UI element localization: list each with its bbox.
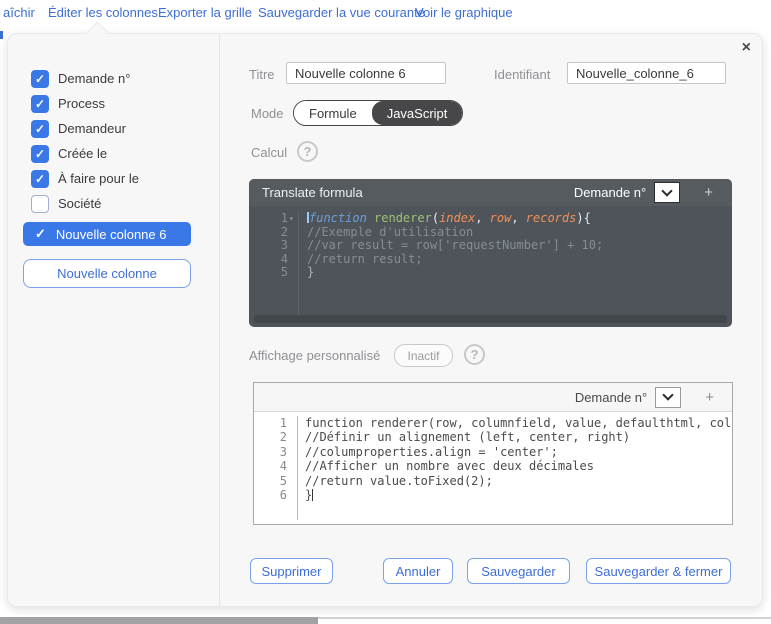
- checkbox-icon[interactable]: ✓: [31, 120, 49, 138]
- gutter-line: 5: [254, 474, 287, 488]
- close-icon[interactable]: ×: [742, 40, 751, 56]
- column-toggle-row[interactable]: ✓ À faire pour le: [8, 166, 219, 191]
- display-editor-header: Demande n° +: [254, 383, 732, 412]
- formula-editor[interactable]: Translate formula Demande n° + 1▾2345 fu…: [249, 179, 732, 327]
- menu-item[interactable]: Sauvegarder la vue courante: [258, 5, 425, 20]
- checkbox-icon[interactable]: ✓: [31, 145, 49, 163]
- check-icon: ✓: [35, 226, 46, 242]
- display-gutter: 123456: [254, 416, 298, 520]
- column-label: Demande n°: [58, 71, 130, 86]
- selected-column-row[interactable]: ✓ Nouvelle colonne 6: [23, 222, 191, 246]
- save-button[interactable]: Sauvegarder: [467, 558, 570, 584]
- title-input[interactable]: [286, 62, 446, 84]
- mode-toggle[interactable]: FormuleJavaScript: [293, 100, 463, 126]
- menu-item[interactable]: Voir le graphique: [415, 5, 513, 20]
- checkbox-icon[interactable]: ✓: [31, 170, 49, 188]
- column-label: Société: [58, 196, 101, 211]
- code-line: function renderer(row, columnfield, valu…: [305, 416, 732, 430]
- identifier-label: Identifiant: [494, 67, 550, 82]
- new-column-button[interactable]: Nouvelle colonne: [23, 259, 191, 288]
- code-line: }: [305, 488, 732, 502]
- fold-arrow-icon[interactable]: ▾: [289, 212, 298, 226]
- display-editor-body[interactable]: 123456 function renderer(row, columnfiel…: [254, 412, 732, 520]
- code-line: }: [307, 266, 732, 280]
- gutter-line: 4: [254, 459, 287, 473]
- code-line: //Définir un alignement (left, center, r…: [305, 430, 732, 444]
- column-toggle-row[interactable]: Société: [8, 191, 219, 216]
- gutter-line: 3: [254, 445, 287, 459]
- formula-editor-title: Translate formula: [262, 185, 363, 200]
- horizontal-scrollbar[interactable]: [254, 315, 727, 323]
- selected-column-label: Nouvelle colonne 6: [56, 227, 167, 242]
- mode-option-formule[interactable]: Formule: [294, 101, 372, 125]
- title-label: Titre: [249, 67, 275, 82]
- code-line: //var result = row['requestNumber'] + 10…: [307, 239, 732, 253]
- field-selector-label: Demande n°: [575, 390, 647, 405]
- custom-display-label: Affichage personnalisé: [249, 348, 380, 363]
- checkbox-icon[interactable]: [31, 195, 49, 213]
- column-label: Créée le: [58, 146, 107, 161]
- identifier-input[interactable]: [567, 62, 726, 84]
- checkbox-icon[interactable]: ✓: [31, 95, 49, 113]
- column-label: À faire pour le: [58, 171, 139, 186]
- formula-editor-body[interactable]: 1▾2345 function renderer(index, row, rec…: [249, 206, 732, 321]
- help-icon[interactable]: ?: [297, 141, 318, 162]
- formula-code[interactable]: function renderer(index, row, records){/…: [299, 212, 732, 321]
- column-toggle-row[interactable]: ✓ Créée le: [8, 141, 219, 166]
- add-field-button[interactable]: +: [705, 389, 714, 406]
- chevron-down-icon: [662, 185, 673, 196]
- gutter-line: 2: [254, 430, 287, 444]
- gutter-line: 6: [254, 488, 287, 502]
- save-and-close-button[interactable]: Sauvegarder & fermer: [586, 558, 731, 584]
- checkbox-icon[interactable]: ✓: [31, 70, 49, 88]
- top-menu: aîchir Éditer les colonnesExporter la gri…: [0, 0, 771, 28]
- add-field-button[interactable]: +: [704, 184, 713, 201]
- text-cursor: [312, 489, 313, 501]
- field-selector-label: Demande n°: [574, 185, 646, 200]
- calc-label: Calcul: [251, 145, 287, 160]
- gutter-line: 5: [249, 266, 298, 280]
- mode-label: Mode: [251, 106, 284, 121]
- code-line: function renderer(index, row, records){: [307, 212, 732, 226]
- chevron-down-icon: [663, 389, 674, 400]
- column-list: ✓ Demande n° ✓ Process ✓ Demandeur ✓ Créée le ✓ À…: [8, 66, 219, 216]
- help-icon[interactable]: ?: [464, 344, 485, 365]
- cancel-button[interactable]: Annuler: [383, 558, 453, 584]
- menu-item[interactable]: Éditer les colonnes: [48, 5, 158, 20]
- gutter-line: 1▾: [249, 212, 298, 226]
- formula-editor-header: Translate formula Demande n° +: [249, 179, 732, 206]
- column-toggle-row[interactable]: ✓ Demandeur: [8, 116, 219, 141]
- gutter-line: 3: [249, 239, 298, 253]
- code-line: //Afficher un nombre avec deux décimales: [305, 459, 732, 473]
- column-label: Demandeur: [58, 121, 126, 136]
- gutter-line: 2: [249, 226, 298, 240]
- column-toggle-row[interactable]: ✓ Demande n°: [8, 66, 219, 91]
- field-selector-dropdown[interactable]: [655, 387, 681, 408]
- menu-item[interactable]: aîchir: [3, 5, 35, 20]
- formula-gutter: 1▾2345: [249, 212, 299, 321]
- mode-option-javascript[interactable]: JavaScript: [372, 101, 463, 125]
- column-label: Process: [58, 96, 105, 111]
- gutter-line: 1: [254, 416, 287, 430]
- column-toggle-row[interactable]: ✓ Process: [8, 91, 219, 116]
- display-code[interactable]: function renderer(row, columnfield, valu…: [298, 416, 732, 520]
- menu-item[interactable]: Exporter la grille: [158, 5, 252, 20]
- edit-columns-dialog: × ✓ Demande n° ✓ Process ✓ Demandeur ✓ Créée le…: [7, 33, 763, 607]
- code-line: //return result;: [307, 253, 732, 267]
- delete-button[interactable]: Supprimer: [250, 558, 333, 584]
- display-editor[interactable]: Demande n° + 123456 function renderer(ro…: [253, 382, 733, 525]
- background-grid-line: [318, 617, 771, 619]
- background-grid-fragment: [0, 617, 318, 624]
- code-line: //Exemple d'utilisation: [307, 226, 732, 240]
- panel-divider: [219, 34, 220, 606]
- field-selector-dropdown[interactable]: [654, 182, 680, 203]
- inactive-toggle-button[interactable]: Inactif: [394, 344, 453, 367]
- code-line: //return value.toFixed(2);: [305, 474, 732, 488]
- background-fragment: [0, 31, 3, 39]
- code-line: //columproperties.align = 'center';: [305, 445, 732, 459]
- gutter-line: 4: [249, 253, 298, 267]
